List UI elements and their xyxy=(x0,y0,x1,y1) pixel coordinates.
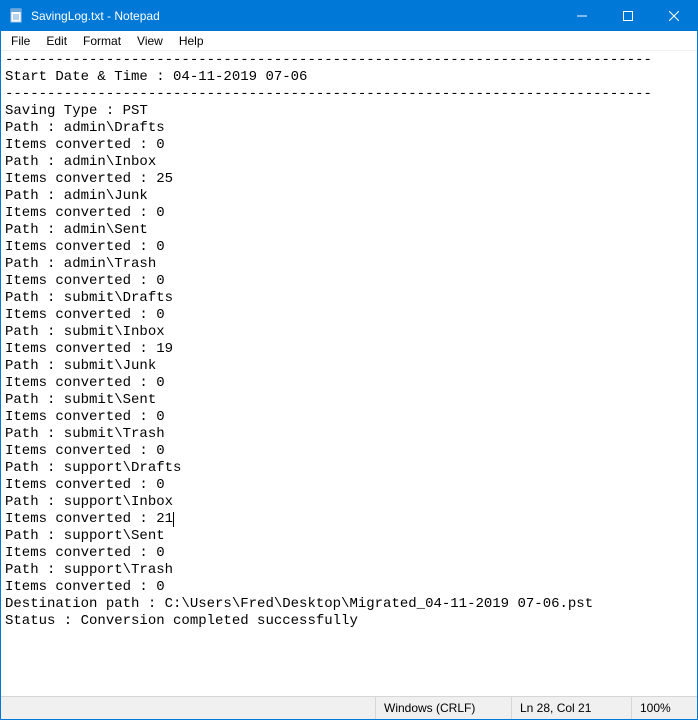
app-icon xyxy=(9,8,25,24)
status-position: Ln 28, Col 21 xyxy=(511,697,631,719)
menu-edit[interactable]: Edit xyxy=(38,33,75,49)
titlebar[interactable]: SavingLog.txt - Notepad xyxy=(1,1,697,31)
menu-file[interactable]: File xyxy=(3,33,38,49)
maximize-button[interactable] xyxy=(605,1,651,31)
close-button[interactable] xyxy=(651,1,697,31)
status-spacer xyxy=(1,697,375,719)
minimize-button[interactable] xyxy=(559,1,605,31)
window-title: SavingLog.txt - Notepad xyxy=(31,9,160,23)
text-caret xyxy=(173,512,174,527)
statusbar: Windows (CRLF) Ln 28, Col 21 100% xyxy=(1,696,697,719)
editor-text[interactable]: ----------------------------------------… xyxy=(1,51,697,631)
menu-help[interactable]: Help xyxy=(171,33,212,49)
menubar: File Edit Format View Help xyxy=(1,31,697,51)
status-zoom: 100% xyxy=(631,697,697,719)
notepad-window: SavingLog.txt - Notepad File Edit Format… xyxy=(0,0,698,720)
status-encoding: Windows (CRLF) xyxy=(375,697,511,719)
menu-format[interactable]: Format xyxy=(75,33,129,49)
menu-view[interactable]: View xyxy=(129,33,171,49)
text-area[interactable]: ----------------------------------------… xyxy=(1,51,697,696)
